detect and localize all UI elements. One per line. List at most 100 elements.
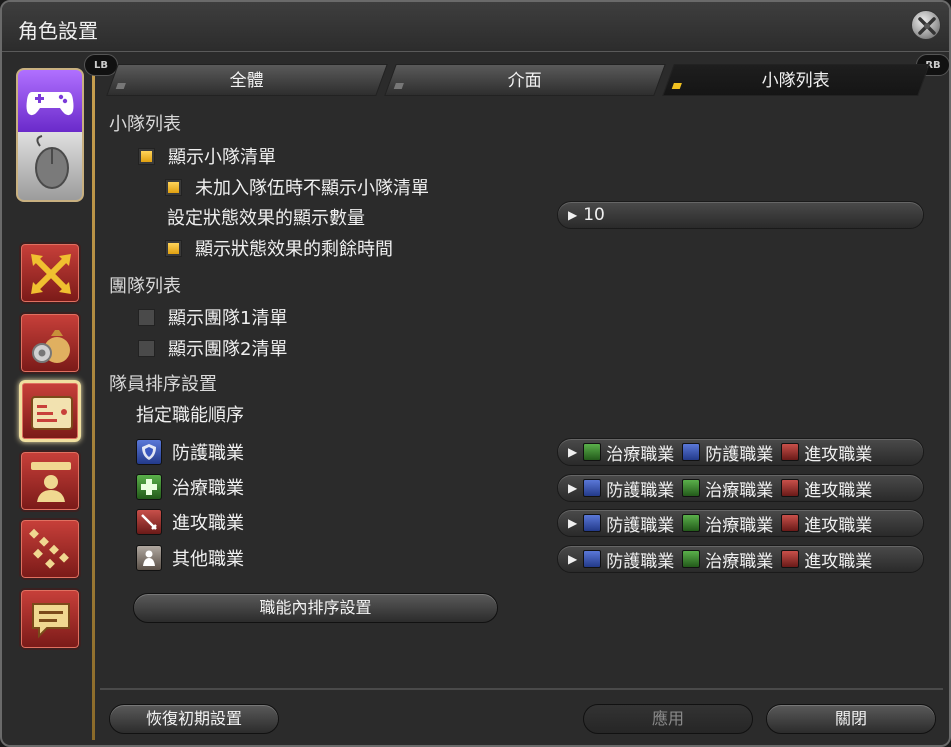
- gamepad-mode-button[interactable]: [18, 70, 82, 132]
- role-row-healer: 治療職業: [136, 474, 244, 500]
- role-label: 其他職業: [172, 549, 244, 570]
- play-arrow-icon: ▶: [568, 208, 578, 222]
- show-alliance-2-option[interactable]: 顯示團隊2清單: [138, 335, 287, 361]
- character-plate-icon: [31, 462, 71, 502]
- tank-icon: [136, 439, 162, 465]
- mouse-icon: [35, 135, 69, 189]
- role-order-subheading: 指定職能順序: [136, 405, 244, 426]
- show-alliance-2-checkbox[interactable]: [138, 339, 155, 357]
- role-label: 治療職業: [172, 478, 244, 499]
- in-role-sort-button[interactable]: 職能內排序設置: [133, 593, 498, 623]
- healer-order-select[interactable]: ▶ 防護職業 治療職業 進攻職業: [557, 474, 924, 502]
- tank-icon: [583, 479, 602, 497]
- panel-card-icon: [31, 396, 73, 430]
- show-party-list-checkbox[interactable]: [138, 147, 155, 165]
- footer-divider: [100, 688, 943, 690]
- tab-label: 小隊列表: [761, 71, 830, 91]
- order-item: 進攻職業: [804, 515, 873, 536]
- close-button[interactable]: 關閉: [766, 704, 936, 734]
- show-status-timers-checkbox[interactable]: [165, 239, 182, 257]
- heal-icon: [682, 550, 701, 568]
- title-bar[interactable]: 角色設置: [2, 2, 949, 52]
- show-status-timers-option[interactable]: 顯示狀態效果的剩餘時間: [165, 235, 393, 261]
- tab-marker: [115, 83, 126, 89]
- order-item: 防護職業: [606, 551, 675, 572]
- rail-chat-log[interactable]: [19, 588, 81, 650]
- crossed-arrows-icon: [31, 254, 71, 294]
- rail-divider: [92, 58, 95, 740]
- option-label: 未加入隊伍時不顯示小隊清單: [195, 178, 429, 199]
- close-window-button[interactable]: [911, 10, 941, 40]
- hide-when-solo-option[interactable]: 未加入隊伍時不顯示小隊清單: [165, 174, 429, 200]
- role-row-dps: 進攻職業: [136, 509, 244, 535]
- play-arrow-icon: ▶: [568, 552, 578, 566]
- show-alliance-1-checkbox[interactable]: [138, 308, 155, 326]
- heal-icon: [682, 479, 701, 497]
- tab-label: 全體: [229, 71, 264, 91]
- order-item: 治療職業: [606, 444, 675, 465]
- show-party-list-option[interactable]: 顯示小隊清單: [138, 143, 276, 169]
- party-list-heading: 小隊列表: [109, 114, 181, 135]
- order-item: 進攻職業: [804, 444, 873, 465]
- order-item: 防護職業: [606, 515, 675, 536]
- tab-party-list[interactable]: 小隊列表: [662, 64, 930, 96]
- reset-defaults-button[interactable]: 恢復初期設置: [109, 704, 279, 734]
- tank-icon: [583, 550, 602, 568]
- order-item: 進攻職業: [804, 551, 873, 572]
- gamepad-icon: [26, 92, 74, 116]
- tank-icon: [583, 514, 602, 532]
- apply-button[interactable]: 應用: [583, 704, 753, 734]
- dps-icon: [136, 509, 162, 535]
- order-item: 防護職業: [606, 480, 675, 501]
- input-device-switch[interactable]: [16, 68, 84, 202]
- close-icon: [918, 17, 936, 35]
- tab-marker: [671, 83, 682, 89]
- tab-marker: [393, 83, 404, 89]
- chat-bubble-icon: [32, 603, 70, 639]
- role-label: 進攻職業: [172, 513, 244, 534]
- heal-icon: [136, 474, 162, 500]
- mouse-mode-button[interactable]: [18, 132, 82, 200]
- dps-icon: [781, 514, 800, 532]
- heal-icon: [583, 443, 602, 461]
- dps-icon: [781, 550, 800, 568]
- order-item: 治療職業: [705, 551, 774, 572]
- rail-character-display[interactable]: [19, 450, 81, 512]
- order-item: 治療職業: [705, 480, 774, 501]
- role-row-tank: 防護職業: [136, 439, 244, 465]
- checker-path-icon: [29, 528, 69, 569]
- rail-ui-settings[interactable]: [19, 380, 81, 442]
- status-count-select[interactable]: ▶ 10: [557, 201, 924, 229]
- status-count-label: 設定狀態效果的顯示數量: [167, 208, 365, 229]
- dps-order-select[interactable]: ▶ 防護職業 治療職業 進攻職業: [557, 509, 924, 537]
- bag-gear-icon: [32, 330, 70, 363]
- tab-general[interactable]: 全體: [106, 64, 388, 96]
- play-arrow-icon: ▶: [568, 481, 578, 495]
- dps-icon: [781, 443, 800, 461]
- option-label: 顯示狀態效果的剩餘時間: [195, 239, 393, 260]
- order-item: 防護職業: [705, 444, 774, 465]
- order-item: 進攻職業: [804, 480, 873, 501]
- tab-label: 介面: [507, 71, 542, 91]
- option-label: 顯示團隊2清單: [168, 339, 288, 360]
- sort-heading: 隊員排序設置: [109, 374, 217, 395]
- rail-items-settings[interactable]: [19, 312, 81, 374]
- tank-order-select[interactable]: ▶ 治療職業 防護職業 進攻職業: [557, 438, 924, 466]
- alliance-list-heading: 團隊列表: [109, 276, 181, 297]
- dps-icon: [781, 479, 800, 497]
- other-order-select[interactable]: ▶ 防護職業 治療職業 進攻職業: [557, 545, 924, 573]
- play-arrow-icon: ▶: [568, 445, 578, 459]
- heal-icon: [682, 514, 701, 532]
- rail-hud-markers[interactable]: [19, 518, 81, 580]
- tab-bar: 全體 介面 小隊列表: [102, 64, 932, 98]
- option-label: 顯示團隊1清單: [168, 308, 288, 329]
- rail-general-battle[interactable]: [19, 242, 81, 304]
- character-config-window: 角色設置 LB RB 全體 介面 小隊列表 小隊列表 顯示小隊清單 未加入隊伍時…: [0, 0, 951, 747]
- role-label: 防護職業: [172, 443, 244, 464]
- role-row-other: 其他職業: [136, 545, 244, 571]
- tab-interface[interactable]: 介面: [384, 64, 666, 96]
- option-label: 顯示小隊清單: [168, 147, 276, 168]
- show-alliance-1-option[interactable]: 顯示團隊1清單: [138, 304, 287, 330]
- order-item: 治療職業: [705, 515, 774, 536]
- hide-when-solo-checkbox[interactable]: [165, 178, 182, 196]
